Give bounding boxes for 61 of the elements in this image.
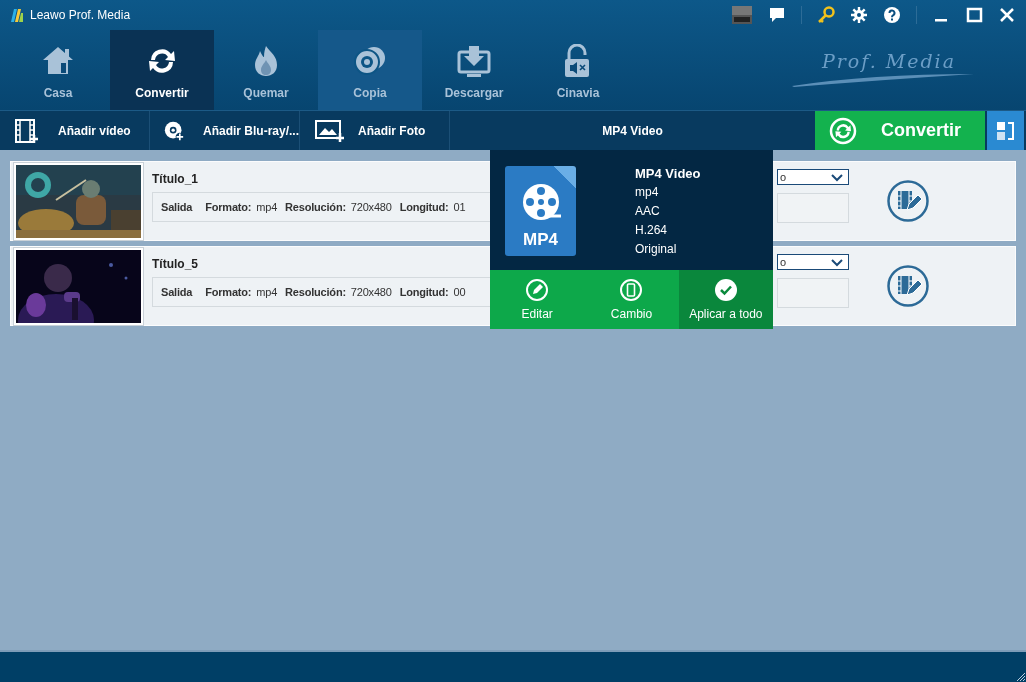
resize-grip-icon xyxy=(1016,672,1026,682)
help-icon[interactable] xyxy=(883,6,901,24)
nav-tab[interactable]: Quemar xyxy=(214,30,318,110)
nav-tab[interactable]: Descargar xyxy=(422,30,526,110)
field-label: Salida xyxy=(161,286,193,298)
discs-icon xyxy=(353,44,387,78)
popup-action-button[interactable]: Editar xyxy=(490,270,585,329)
format-name: MP4 Video xyxy=(635,166,701,181)
logo-icon xyxy=(10,7,24,23)
layout-toggle-button[interactable] xyxy=(987,111,1024,150)
image-plus-icon xyxy=(314,117,344,144)
brand-logo: Prof. Media xyxy=(822,50,956,72)
download-icon xyxy=(457,44,491,78)
format-detail: AAC xyxy=(635,204,661,219)
video-title: Título_5 xyxy=(152,257,198,271)
maximize-icon[interactable] xyxy=(965,6,983,24)
field-label: Longitud: xyxy=(399,286,449,298)
nav-tab[interactable]: Cinavia xyxy=(526,30,630,110)
format-detail: mp4 xyxy=(635,185,660,200)
field-value: 01 xyxy=(453,201,466,213)
nav-tab[interactable]: Copia xyxy=(318,30,422,110)
field-label: Resolución: xyxy=(285,286,346,298)
settings-icon[interactable] xyxy=(850,6,868,24)
film-edit-icon[interactable] xyxy=(887,180,929,222)
subtitle-dropdown[interactable]: o xyxy=(777,169,849,185)
panel-icon xyxy=(995,120,1016,141)
input-field[interactable] xyxy=(777,193,849,223)
nav-tab[interactable]: Convertir xyxy=(110,30,214,110)
field-value: mp4 xyxy=(256,201,278,213)
phone-icon xyxy=(619,278,644,302)
field-label: Resolución: xyxy=(285,201,346,213)
chevron-down-icon xyxy=(830,172,844,182)
popup-action-button[interactable]: Cambio xyxy=(584,270,679,329)
field-value: 720x480 xyxy=(350,201,392,213)
subtitle-dropdown[interactable]: o xyxy=(777,254,849,270)
film-edit-icon[interactable] xyxy=(887,265,929,307)
field-label: Formato: xyxy=(205,201,252,213)
pencil-icon xyxy=(525,278,550,302)
chevron-down-icon xyxy=(830,257,844,267)
field-label: Salida xyxy=(161,201,193,213)
popup-action-button[interactable]: Aplicar a todo xyxy=(678,270,773,329)
format-detail: H.264 xyxy=(635,223,669,238)
chat-icon[interactable] xyxy=(768,6,786,24)
field-value: mp4 xyxy=(256,286,278,298)
check-icon xyxy=(713,278,738,302)
file-format-icon: MP4 xyxy=(505,166,576,256)
nav-tab[interactable]: Casa xyxy=(6,30,110,110)
field-value: 00 xyxy=(453,286,466,298)
format-detail: Original xyxy=(635,242,678,257)
refresh-icon xyxy=(829,116,857,145)
field-value: 720x480 xyxy=(350,286,392,298)
close-icon[interactable] xyxy=(998,6,1016,24)
key-icon[interactable] xyxy=(817,6,835,24)
field-label: Formato: xyxy=(205,286,252,298)
convert-button[interactable]: Convertir xyxy=(815,111,985,150)
input-field[interactable] xyxy=(777,278,849,308)
chip-icon[interactable] xyxy=(731,5,753,25)
video-title: Título_1 xyxy=(152,172,198,186)
window-title: Leawo Prof. Media xyxy=(30,8,131,22)
format-selector[interactable]: MP4 Video xyxy=(450,111,815,150)
field-label: Longitud: xyxy=(399,201,449,213)
